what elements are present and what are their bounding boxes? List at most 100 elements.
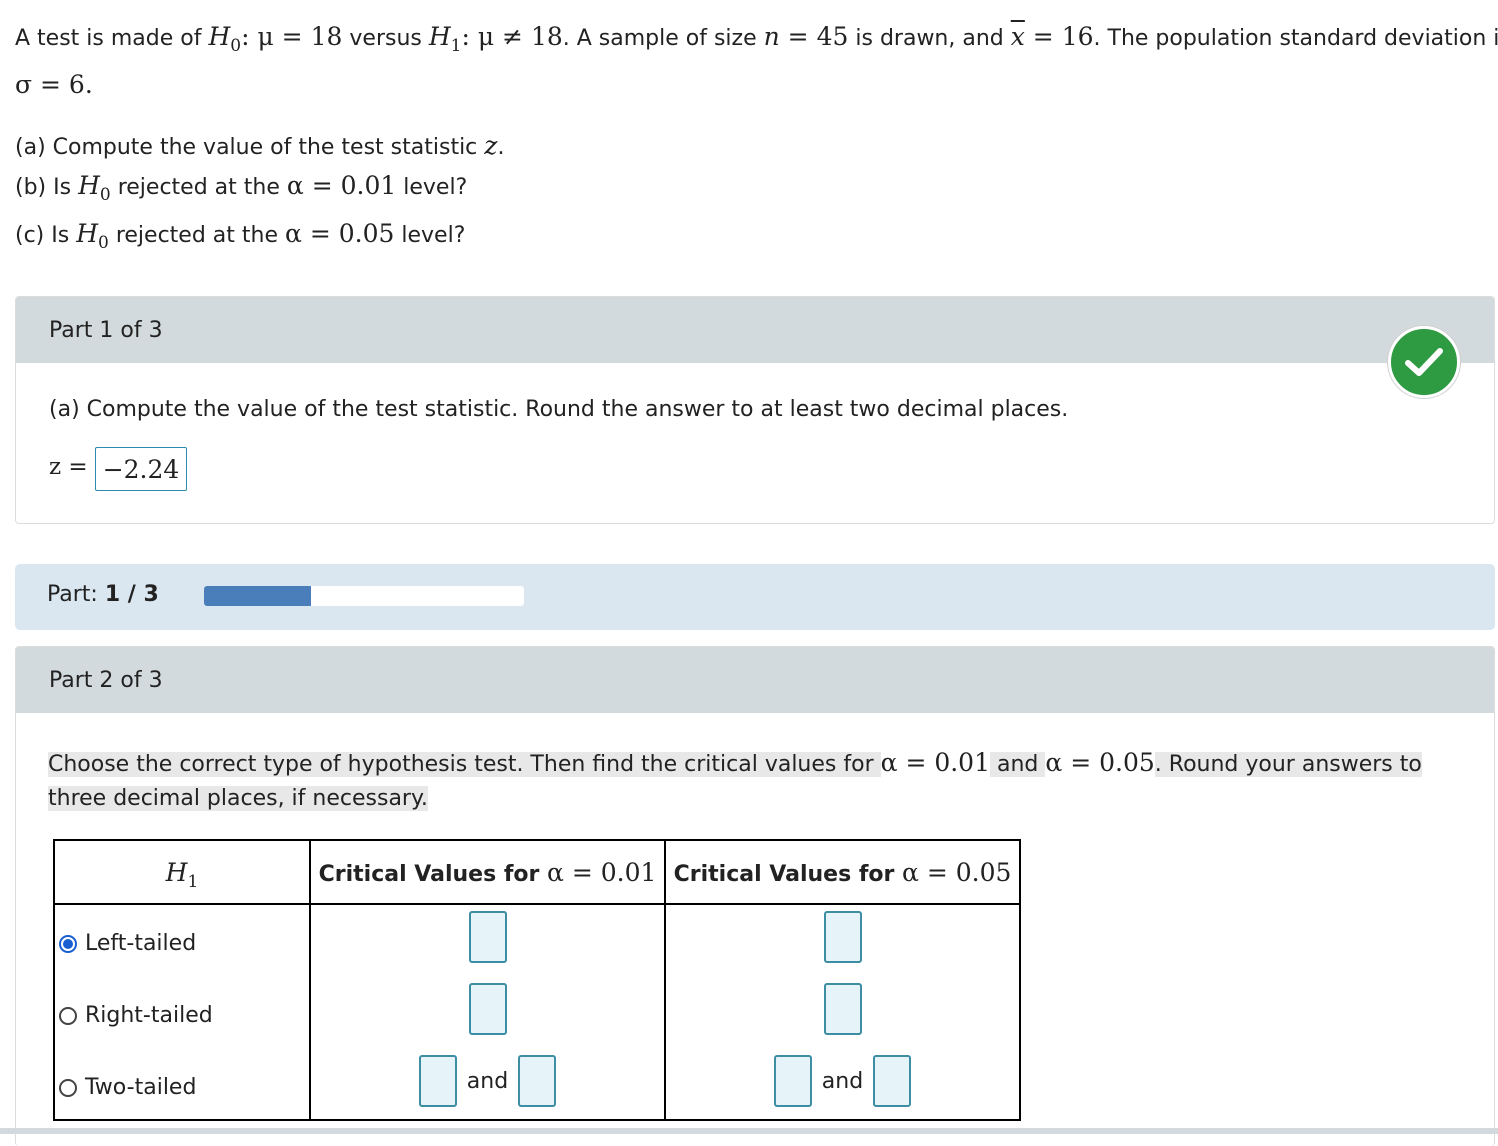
option-right-tailed[interactable]: Right-tailed bbox=[59, 1003, 213, 1028]
part1-header: Part 1 of 3 bbox=[16, 297, 1494, 363]
progress-bar-container: Part: 1 / 3 bbox=[15, 564, 1495, 630]
question-text: (c) Is bbox=[15, 223, 77, 248]
alpha05-right-row bbox=[666, 983, 1019, 1035]
alpha05-left-row bbox=[666, 911, 1019, 963]
part1-title: Part 1 of 3 bbox=[49, 317, 163, 343]
math-var: H bbox=[78, 171, 100, 200]
and-label: and bbox=[821, 1068, 864, 1094]
math-var: H bbox=[428, 22, 451, 51]
question-text: rejected at the bbox=[110, 175, 287, 200]
instruction-text: . Round your answers to bbox=[1154, 752, 1422, 777]
input-alpha05-two-lower[interactable] bbox=[773, 1055, 812, 1107]
alpha05-cell: and bbox=[664, 903, 1021, 1121]
z-answer-value: −2.24 bbox=[102, 454, 180, 484]
option-label: Left-tailed bbox=[85, 931, 197, 956]
input-alpha01-right[interactable] bbox=[468, 983, 507, 1035]
question-a: (a) Compute the value of the test statis… bbox=[15, 131, 504, 160]
math-var: x bbox=[1010, 22, 1025, 51]
radio-two-tailed[interactable] bbox=[59, 1078, 77, 1097]
option-two-tailed[interactable]: Two-tailed bbox=[59, 1075, 196, 1100]
alpha-level: α = 0.01 bbox=[286, 171, 397, 200]
header-text: Critical Values for bbox=[673, 861, 903, 887]
question-text: level? bbox=[394, 223, 466, 248]
subscript: 0 bbox=[99, 185, 111, 205]
table-body-row: Left-tailed Right-tailed Two-tailed and … bbox=[53, 903, 1021, 1121]
test-type-cell: Left-tailed Right-tailed Two-tailed bbox=[53, 903, 311, 1121]
subscript: 1 bbox=[187, 871, 199, 892]
subscript: 0 bbox=[230, 36, 242, 56]
subscript: 1 bbox=[450, 36, 462, 56]
alpha01-right-row bbox=[311, 983, 664, 1035]
problem-text: . The population standard deviation is bbox=[1093, 26, 1498, 51]
option-label: Two-tailed bbox=[85, 1075, 197, 1100]
math-var: n bbox=[763, 22, 780, 51]
critical-values-table: H1 Critical Values for α = 0.01 Critical… bbox=[53, 839, 1021, 1121]
math-var: H bbox=[165, 857, 188, 887]
alpha-level: α = 0.05 bbox=[1045, 748, 1155, 777]
alt-hypothesis: : μ ≠ 18 bbox=[461, 22, 563, 51]
null-hypothesis: : μ = 18 bbox=[241, 22, 343, 51]
problem-text: versus bbox=[342, 26, 429, 51]
math-var: H bbox=[208, 22, 231, 51]
math-var: z bbox=[484, 131, 498, 160]
question-text: (a) Compute the value of the test statis… bbox=[15, 135, 485, 160]
question-c: (c) Is H0 rejected at the α = 0.05 level… bbox=[15, 219, 466, 252]
problem-text: . A sample of size bbox=[562, 26, 764, 51]
question-text: . bbox=[497, 135, 505, 160]
question-b: (b) Is H0 rejected at the α = 0.01 level… bbox=[15, 171, 468, 204]
and-label: and bbox=[466, 1068, 509, 1094]
sample-size: = 45 bbox=[779, 22, 849, 51]
col-alpha01-header: Critical Values for α = 0.01 bbox=[309, 839, 666, 905]
input-alpha01-two-lower[interactable] bbox=[418, 1055, 457, 1107]
progress-label: Part: 1 / 3 bbox=[47, 582, 159, 607]
part1-instruction: (a) Compute the value of the test statis… bbox=[49, 397, 1069, 422]
input-alpha01-two-upper[interactable] bbox=[518, 1055, 557, 1107]
progress-track bbox=[204, 586, 524, 606]
question-text: level? bbox=[396, 175, 468, 200]
sample-mean: = 16 bbox=[1024, 22, 1094, 51]
col-alpha05-header: Critical Values for α = 0.05 bbox=[664, 839, 1021, 905]
alpha-level: α = 0.05 bbox=[285, 219, 395, 248]
instruction-text: Choose the correct type of hypothesis te… bbox=[48, 752, 881, 777]
subscript: 0 bbox=[98, 233, 109, 253]
math-var: H bbox=[76, 219, 99, 248]
instruction-text: three decimal places, if necessary. bbox=[48, 786, 428, 811]
part1-panel: Part 1 of 3 (a) Compute the value of the… bbox=[15, 296, 1495, 524]
question-text: rejected at the bbox=[108, 223, 285, 248]
alpha01-cell: and bbox=[309, 903, 666, 1121]
alpha-level: α = 0.05 bbox=[902, 857, 1012, 887]
progress-value: 1 / 3 bbox=[104, 582, 159, 607]
z-answer-field[interactable]: −2.24 bbox=[95, 447, 187, 491]
problem-text: . bbox=[84, 70, 93, 99]
option-left-tailed[interactable]: Left-tailed bbox=[59, 931, 196, 956]
progress-fill bbox=[204, 586, 311, 606]
population-sd: σ = 6 bbox=[15, 70, 85, 99]
input-alpha05-two-upper[interactable] bbox=[873, 1055, 912, 1107]
alpha05-two-row: and bbox=[666, 1055, 1019, 1107]
alpha01-two-row: and bbox=[311, 1055, 664, 1107]
problem-line-2: σ = 6. bbox=[15, 70, 93, 99]
table-header-row: H1 Critical Values for α = 0.01 Critical… bbox=[53, 839, 1021, 905]
radio-right-tailed[interactable] bbox=[59, 1006, 77, 1025]
question-text: (b) Is bbox=[15, 175, 79, 200]
alpha01-left-row bbox=[311, 911, 664, 963]
alpha-level: α = 0.01 bbox=[547, 857, 657, 887]
col-h1-header: H1 bbox=[53, 839, 311, 905]
input-alpha05-right[interactable] bbox=[823, 983, 862, 1035]
header-text: Critical Values for bbox=[318, 861, 548, 887]
z-label: z = bbox=[49, 454, 88, 480]
instruction-text: and bbox=[990, 752, 1046, 777]
option-label: Right-tailed bbox=[85, 1003, 213, 1028]
bottom-divider bbox=[0, 1128, 1498, 1134]
part2-title: Part 2 of 3 bbox=[49, 667, 163, 693]
checkmark-icon bbox=[1388, 326, 1460, 398]
part2-instruction: Choose the correct type of hypothesis te… bbox=[48, 746, 1428, 816]
problem-line-1: A test is made of H0: μ = 18 versus H1: … bbox=[15, 22, 1498, 55]
progress-label-text: Part: bbox=[47, 582, 105, 607]
input-alpha01-left[interactable] bbox=[468, 911, 507, 963]
problem-text: A test is made of bbox=[15, 26, 209, 51]
radio-left-tailed[interactable] bbox=[59, 934, 77, 953]
problem-text: is drawn, and bbox=[848, 26, 1011, 51]
alpha-level: α = 0.01 bbox=[880, 748, 990, 777]
input-alpha05-left[interactable] bbox=[823, 911, 862, 963]
